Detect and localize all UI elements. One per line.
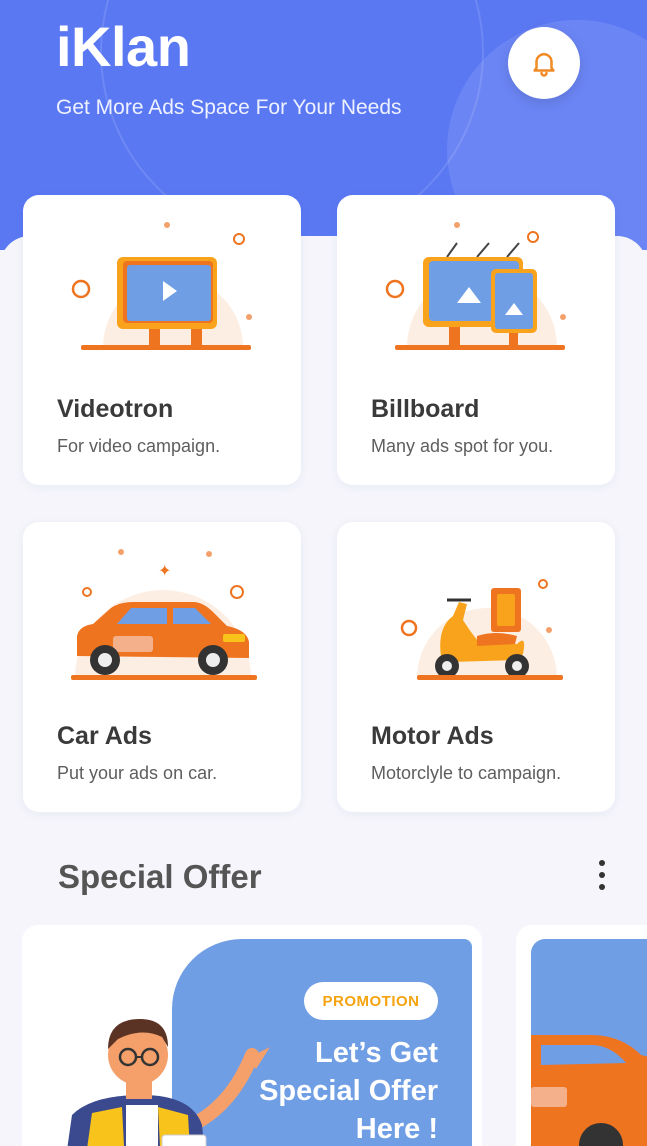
notification-button[interactable]: [508, 27, 580, 99]
billboard-illustration: [385, 222, 566, 350]
category-description: Motorclyle to campaign.: [371, 763, 562, 783]
special-offer-title: Special Offer: [58, 858, 262, 895]
promo-headline-line-3: Here !: [355, 1113, 438, 1145]
category-title: Car Ads: [57, 722, 152, 750]
promotion-badge: PROMOTION: [304, 982, 438, 1020]
more-vertical-icon: [599, 872, 605, 878]
scooter-illustration: [400, 579, 563, 680]
promo-card[interactable]: [516, 925, 647, 1146]
category-card-videotron[interactable]: Videotron For video campaign.: [23, 195, 301, 485]
car-illustration: [531, 1035, 647, 1146]
more-vertical-icon: [599, 860, 605, 866]
svg-text:✦: ✦: [158, 561, 171, 580]
car-illustration: ✦: [71, 549, 257, 680]
category-title: Videotron: [57, 395, 174, 423]
more-options-button[interactable]: [588, 853, 616, 897]
promo-headline-line-1: Let’s Get: [314, 1037, 438, 1069]
category-card-car-ads[interactable]: ✦ Car Ads Put your ads on car.: [23, 522, 301, 812]
app-subtitle: Get More Ads Space For Your Needs: [56, 96, 402, 119]
category-description: For video campaign.: [57, 436, 221, 456]
category-card-billboard[interactable]: Billboard Many ads spot for you.: [337, 195, 615, 485]
person-illustration: [67, 1019, 270, 1146]
category-title: Motor Ads: [371, 722, 494, 750]
home-screen: iKlan Get More Ads Space For Your Needs …: [0, 0, 647, 1146]
videotron-illustration: [71, 222, 252, 350]
category-description: Many ads spot for you.: [371, 436, 554, 456]
app-title: iKlan: [56, 15, 191, 78]
promo-card[interactable]: PROMOTION Let’s Get Special Offer Here !: [22, 925, 482, 1146]
category-title: Billboard: [371, 395, 480, 423]
promo-headline-line-2: Special Offer: [259, 1075, 438, 1107]
bell-icon: [533, 53, 555, 77]
category-card-motor-ads[interactable]: Motor Ads Motorclyle to campaign.: [337, 522, 615, 812]
category-description: Put your ads on car.: [57, 763, 218, 783]
more-vertical-icon: [599, 884, 605, 890]
